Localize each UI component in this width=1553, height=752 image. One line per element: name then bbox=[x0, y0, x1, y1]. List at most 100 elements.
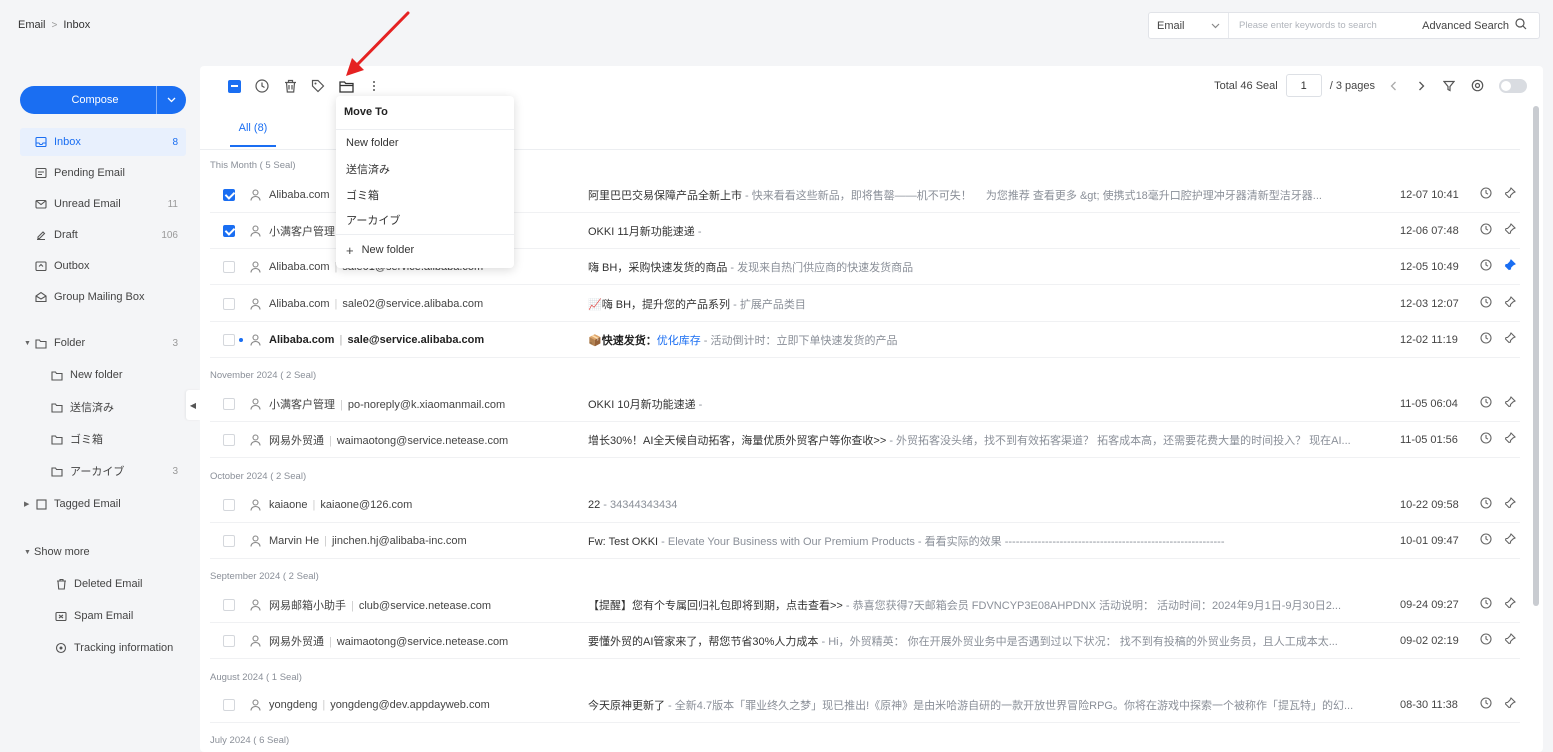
row-checkbox[interactable] bbox=[223, 297, 235, 310]
row-checkbox[interactable] bbox=[223, 598, 235, 611]
clock-icon[interactable] bbox=[1480, 533, 1492, 548]
move-to-dropdown: Move To New folder 送信済み ゴミ箱 アーカイブ + New … bbox=[336, 96, 514, 268]
sidebar-item-pending[interactable]: Pending Email bbox=[20, 159, 186, 187]
pin-icon[interactable] bbox=[1504, 187, 1516, 202]
move-to-folder-icon[interactable] bbox=[332, 74, 360, 98]
sidebar-item-outbox[interactable]: Outbox bbox=[20, 252, 186, 280]
settings-icon[interactable] bbox=[1467, 79, 1487, 92]
view-toggle-switch[interactable] bbox=[1499, 78, 1527, 93]
email-date: 12-02 11:19 bbox=[1400, 333, 1458, 346]
pin-icon[interactable] bbox=[1504, 223, 1516, 238]
sidebar-item-deleted[interactable]: Deleted Email bbox=[54, 571, 190, 597]
email-subject: OKKI 11月新功能速递 bbox=[588, 225, 695, 238]
clock-icon[interactable] bbox=[1480, 259, 1492, 274]
clock-icon[interactable] bbox=[1480, 432, 1492, 447]
clock-icon[interactable] bbox=[1480, 633, 1492, 648]
sidebar-item-group-mailing[interactable]: Group Mailing Box bbox=[20, 283, 186, 311]
sidebar-folder-toggle[interactable]: ▼ Folder 3 bbox=[20, 329, 186, 357]
search-input[interactable] bbox=[1229, 20, 1411, 31]
sidebar-collapse-handle[interactable]: ◀ bbox=[186, 390, 200, 420]
trash-icon[interactable] bbox=[276, 74, 304, 98]
clock-icon[interactable] bbox=[1480, 497, 1492, 512]
row-checkbox[interactable] bbox=[223, 260, 235, 273]
sidebar-subfolder-trash[interactable]: ゴミ箱 bbox=[50, 426, 186, 452]
clock-icon[interactable] bbox=[1480, 296, 1492, 311]
sidebar-item-unread[interactable]: Unread Email 11 bbox=[20, 190, 186, 218]
sidebar-item-spam[interactable]: Spam Email bbox=[54, 603, 190, 629]
row-checkbox[interactable] bbox=[223, 433, 235, 446]
move-to-archive[interactable]: アーカイブ bbox=[346, 209, 506, 231]
email-row[interactable]: Alibaba.com | sale@service.alibaba.com 📦快速发… bbox=[210, 322, 1520, 358]
row-checkbox[interactable] bbox=[223, 188, 235, 201]
search-type-select[interactable]: Email bbox=[1149, 13, 1229, 38]
sidebar-subfolder-archive[interactable]: アーカイブ 3 bbox=[50, 458, 186, 484]
pin-icon[interactable] bbox=[1504, 432, 1516, 447]
folder-icon bbox=[50, 402, 64, 413]
move-to-trash[interactable]: ゴミ箱 bbox=[346, 184, 506, 206]
row-checkbox[interactable] bbox=[223, 698, 235, 711]
email-row[interactable]: kaiaone | kaiaone@126.com 22 - 34344343434 1… bbox=[210, 487, 1520, 523]
sidebar-item-inbox[interactable]: Inbox 8 bbox=[20, 128, 186, 156]
advanced-search-button[interactable]: Advanced Search bbox=[1410, 18, 1539, 33]
email-summary: OKKI 10月新功能速递 - bbox=[588, 396, 1378, 412]
clock-icon[interactable] bbox=[1480, 697, 1492, 712]
clock-icon[interactable] bbox=[1480, 396, 1492, 411]
compose-button[interactable]: Compose bbox=[20, 86, 186, 114]
row-checkbox[interactable] bbox=[223, 534, 235, 547]
row-checkbox[interactable] bbox=[223, 397, 235, 410]
more-vertical-icon[interactable] bbox=[360, 74, 388, 98]
clock-icon[interactable] bbox=[248, 74, 276, 98]
email-row[interactable]: Alibaba.com | sale02@service.alibaba.com 📈嗨… bbox=[210, 286, 1520, 322]
sender-divider: | bbox=[351, 599, 354, 612]
sidebar-item-count: 8 bbox=[172, 136, 178, 148]
row-checkbox[interactable] bbox=[223, 498, 235, 511]
tracking-info-label: Tracking information bbox=[74, 642, 174, 654]
compose-dropdown-chevron-icon[interactable] bbox=[156, 86, 186, 114]
tab-all[interactable]: All (8) bbox=[230, 122, 276, 147]
pin-icon[interactable] bbox=[1504, 633, 1516, 648]
email-row[interactable]: 网易外贸通 | waimaotong@service.netease.com 要懂外贸… bbox=[210, 623, 1520, 659]
pin-icon[interactable] bbox=[1504, 332, 1516, 347]
email-row[interactable]: 网易外贸通 | waimaotong@service.netease.com 增长30… bbox=[210, 422, 1520, 458]
email-date: 10-01 09:47 bbox=[1400, 534, 1459, 547]
sender: kaiaone | kaiaone@126.com bbox=[269, 499, 579, 511]
pin-icon[interactable] bbox=[1504, 497, 1516, 512]
pin-icon[interactable] bbox=[1504, 259, 1516, 274]
move-to-new-folder[interactable]: New folder bbox=[346, 132, 506, 154]
clock-icon[interactable] bbox=[1480, 332, 1492, 347]
sidebar-subfolder-new-folder[interactable]: New folder bbox=[50, 362, 186, 388]
create-new-folder-button[interactable]: + New folder bbox=[346, 239, 506, 261]
email-row[interactable]: 小满客户管理 | po-noreply@k.xiaomanmail.com OKKI … bbox=[210, 386, 1520, 422]
email-row[interactable]: yongdeng | yongdeng@dev.appdayweb.com 今天原神更… bbox=[210, 687, 1520, 723]
sidebar-tagged-email[interactable]: ▶ Tagged Email bbox=[20, 490, 186, 518]
clock-icon[interactable] bbox=[1480, 187, 1492, 202]
row-checkbox[interactable] bbox=[223, 224, 235, 237]
page-number-input[interactable] bbox=[1285, 74, 1322, 97]
pin-icon[interactable] bbox=[1504, 396, 1516, 411]
date-group-label: August 2024 ( 1 Seal) bbox=[210, 672, 302, 683]
move-to-sent[interactable]: 送信済み bbox=[346, 158, 506, 180]
clock-icon[interactable] bbox=[1480, 223, 1492, 238]
tag-icon[interactable] bbox=[304, 74, 332, 98]
clock-icon[interactable] bbox=[1480, 597, 1492, 612]
sidebar-subfolder-sent[interactable]: 送信済み bbox=[50, 394, 186, 420]
email-row[interactable]: Marvin He | jinchen.hj@alibaba-inc.com Fw: … bbox=[210, 523, 1520, 559]
sidebar-item-tracking[interactable]: Tracking information bbox=[54, 635, 190, 661]
filter-icon[interactable] bbox=[1439, 80, 1459, 92]
email-preview: - bbox=[694, 225, 702, 238]
pin-icon[interactable] bbox=[1504, 296, 1516, 311]
email-summary: 【提醒】您有个专属回归礼包即将到期，点击查看>> - 恭喜您获得7天邮箱会员 F… bbox=[588, 597, 1378, 613]
sidebar-show-more[interactable]: ▼ Show more bbox=[20, 538, 186, 566]
pin-icon[interactable] bbox=[1504, 533, 1516, 548]
email-row[interactable]: 网易邮箱小助手 | club@service.netease.com 【提醒】您有个专… bbox=[210, 587, 1520, 623]
select-all-checkbox[interactable] bbox=[220, 74, 248, 98]
row-checkbox[interactable] bbox=[223, 333, 235, 346]
scrollbar[interactable] bbox=[1533, 106, 1539, 606]
next-page-chevron-icon[interactable] bbox=[1411, 81, 1431, 91]
pin-icon[interactable] bbox=[1504, 697, 1516, 712]
sidebar-item-draft[interactable]: Draft 106 bbox=[20, 221, 186, 249]
breadcrumb-email[interactable]: Email bbox=[18, 19, 46, 31]
row-checkbox[interactable] bbox=[223, 634, 235, 647]
pin-icon[interactable] bbox=[1504, 597, 1516, 612]
prev-page-chevron-icon[interactable] bbox=[1383, 81, 1403, 91]
